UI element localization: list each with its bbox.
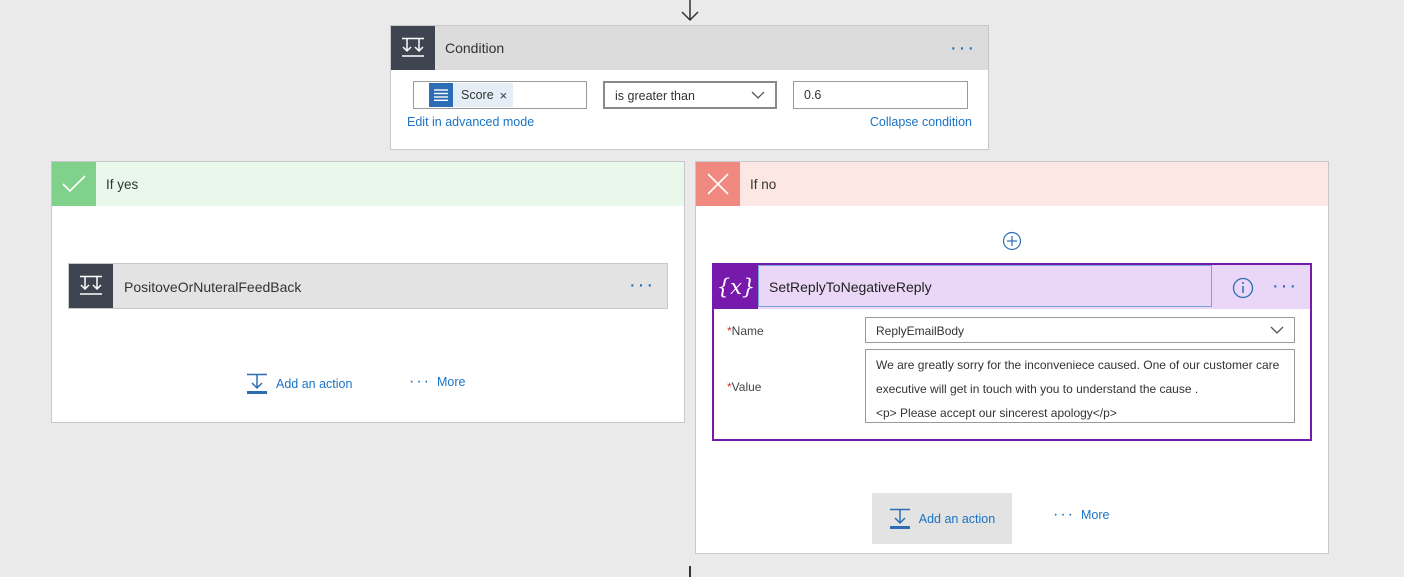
add-an-action-label: Add an action [918, 511, 996, 526]
close-icon [696, 162, 740, 206]
add-an-action-button[interactable]: Add an action [872, 493, 1012, 544]
chevron-down-icon [1270, 326, 1284, 334]
action-more-options-icon[interactable]: ··· [629, 275, 655, 295]
condition-icon [391, 26, 435, 70]
if-no-branch: If no {x} SetReplyToNegativeReply ··· *N… [695, 161, 1329, 554]
set-variable-header[interactable]: {x} SetReplyToNegativeReply ··· [714, 265, 1310, 309]
flow-arrow-down-icon [681, 0, 699, 22]
action-title: SetReplyToNegativeReply [769, 279, 932, 295]
variable-icon: {x} [714, 265, 758, 309]
more-label: More [1080, 508, 1110, 522]
value-line: executive will get in touch with you to … [876, 382, 1199, 396]
condition-more-options-icon[interactable]: ··· [950, 38, 976, 58]
more-label: More [436, 375, 466, 389]
add-an-action-button[interactable]: Add an action [246, 373, 352, 395]
add-action-icon [247, 373, 267, 394]
score-token-label: Score [461, 88, 494, 102]
flow-connector-line [689, 566, 691, 577]
collapse-condition-link[interactable]: Collapse condition [870, 115, 972, 129]
positive-feedback-action-card[interactable]: PositoveOrNuteralFeedBack ··· [68, 263, 668, 309]
add-an-action-label: Add an action [276, 377, 353, 391]
score-token-remove-icon[interactable]: × [500, 88, 514, 103]
if-no-title: If no [750, 177, 777, 192]
checkmark-icon [52, 162, 96, 206]
if-no-header[interactable]: If no [696, 162, 1328, 206]
add-action-icon [889, 508, 910, 529]
value-line: <p> Please accept our sincerest apology<… [876, 406, 1117, 420]
set-variable-action-card: {x} SetReplyToNegativeReply ··· *Name Re… [712, 263, 1312, 441]
if-yes-header[interactable]: If yes [52, 162, 684, 206]
action-title: PositoveOrNuteralFeedBack [124, 279, 302, 295]
dynamic-content-icon [429, 83, 453, 107]
condition-title: Condition [445, 40, 505, 56]
score-token[interactable]: Score × [429, 83, 514, 107]
operator-value: is greater than [615, 89, 695, 103]
more-button[interactable]: ··· More [1053, 507, 1109, 523]
condition-value-input[interactable]: 0.6 [793, 81, 968, 109]
edit-advanced-mode-link[interactable]: Edit in advanced mode [407, 115, 534, 129]
condition-left-operand[interactable]: Score × [413, 81, 587, 109]
name-value: ReplyEmailBody [876, 324, 965, 338]
name-select[interactable]: ReplyEmailBody [865, 317, 1295, 343]
value-textarea[interactable]: We are greatly sorry for the inconveniec… [865, 349, 1295, 423]
more-dots-icon: ··· [1053, 506, 1075, 523]
action-title-input[interactable]: SetReplyToNegativeReply [758, 265, 1212, 307]
insert-step-plus-icon[interactable] [1002, 231, 1022, 251]
more-button[interactable]: ··· More [409, 374, 465, 390]
condition-value: 0.6 [804, 88, 822, 102]
name-field-label: *Name [727, 324, 764, 338]
info-icon[interactable] [1232, 277, 1254, 299]
condition-header[interactable]: Condition ··· [391, 26, 988, 70]
condition-icon [69, 264, 113, 308]
if-yes-branch: If yes PositoveOrNuteralFeedBack ··· Add… [51, 161, 685, 423]
condition-operator-select[interactable]: is greater than [603, 81, 777, 109]
chevron-down-icon [751, 91, 765, 99]
if-yes-title: If yes [106, 177, 139, 192]
more-dots-icon: ··· [409, 373, 431, 390]
action-more-options-icon[interactable]: ··· [1272, 276, 1298, 296]
value-field-label: *Value [727, 380, 762, 394]
condition-card: Condition ··· Score × is greater than 0.… [390, 25, 989, 150]
value-line: We are greatly sorry for the inconveniec… [876, 358, 1280, 372]
